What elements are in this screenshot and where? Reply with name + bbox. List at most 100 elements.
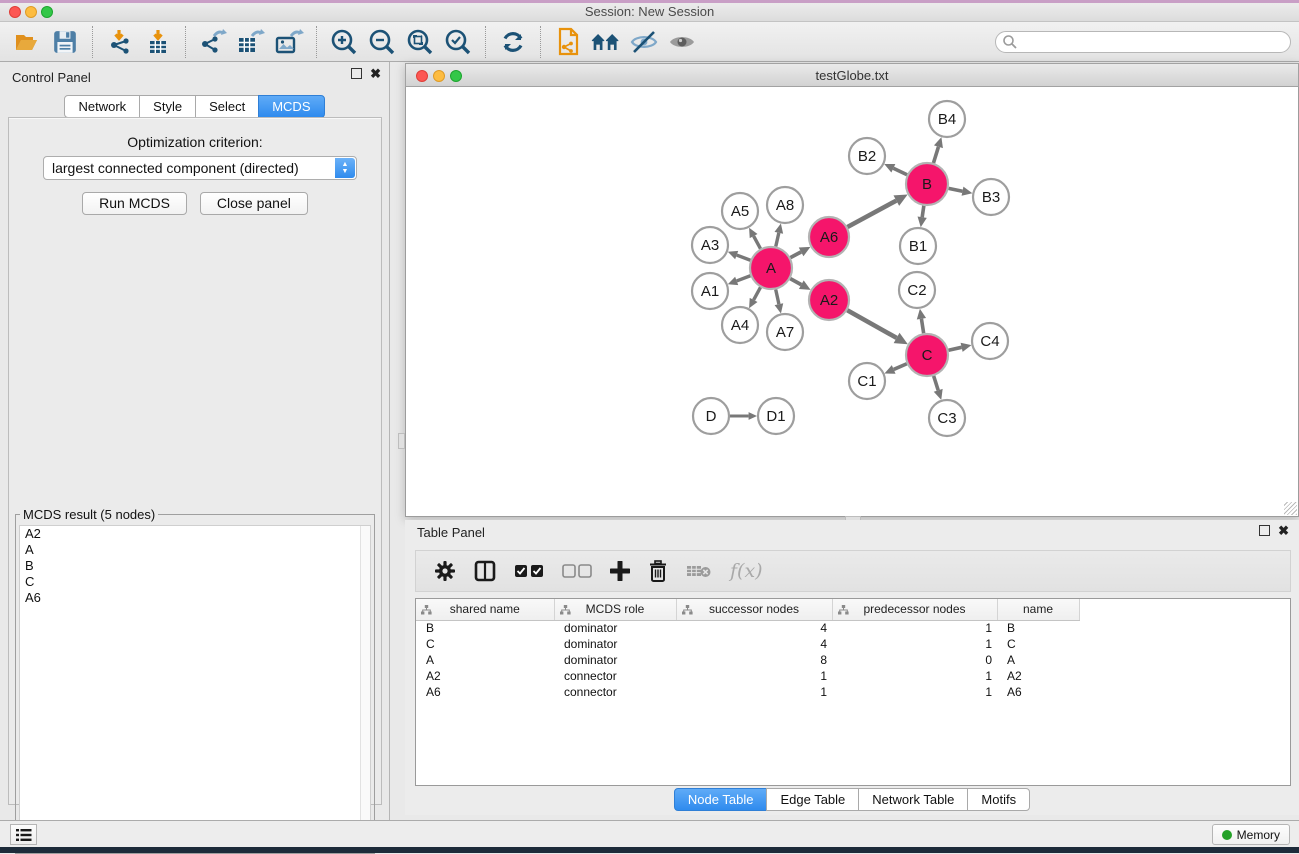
export-table-button[interactable] [236, 27, 266, 57]
graph-edge-C-C2[interactable] [921, 319, 923, 334]
new-network-from-selection-button[interactable] [553, 27, 583, 57]
table-row[interactable]: A6connector11A6 [416, 684, 1291, 700]
close-panel-icon[interactable]: ✖ [1278, 525, 1289, 536]
save-session-button[interactable] [50, 27, 80, 57]
graph-edge-C-C3[interactable] [934, 376, 939, 390]
graph-edge-A-A4[interactable] [754, 287, 761, 300]
table-settings-button[interactable] [434, 557, 456, 585]
splitter-grip[interactable] [398, 433, 405, 449]
clear-selection-button[interactable] [562, 557, 592, 585]
tab-mcds[interactable]: MCDS [258, 95, 324, 118]
col-mcds-role[interactable]: MCDS role [554, 599, 676, 620]
table-row[interactable]: Adominator80A [416, 652, 1291, 668]
tab-select[interactable]: Select [195, 95, 259, 118]
graph-edge-A6-B[interactable] [847, 201, 896, 227]
delete-table-button[interactable] [686, 557, 712, 585]
tab-motifs[interactable]: Motifs [967, 788, 1030, 811]
table-row[interactable]: A2connector11A2 [416, 668, 1291, 684]
node-table[interactable]: shared name MCDS role successor nodes pr… [415, 598, 1291, 786]
col-shared-name[interactable]: shared name [416, 599, 554, 620]
mcds-result-item[interactable]: C [20, 574, 370, 590]
graph-edge-A2-C[interactable] [847, 310, 896, 338]
zoom-out-button[interactable] [367, 27, 397, 57]
table-row[interactable]: Bdominator41B [416, 620, 1291, 636]
show-panels-button[interactable] [10, 824, 37, 845]
graph-edge-A-A5[interactable] [754, 236, 761, 249]
mcds-result-item[interactable]: A2 [20, 526, 370, 542]
graph-edge-B-B1[interactable] [922, 206, 924, 217]
split-view-icon [474, 560, 496, 582]
graph-edge-A-A8[interactable] [776, 233, 779, 247]
hide-selection-button[interactable] [629, 27, 659, 57]
table-row[interactable]: Cdominator41C [416, 636, 1291, 652]
graph-edge-B-B2[interactable] [893, 168, 907, 174]
zoom-in-button[interactable] [329, 27, 359, 57]
import-table-icon [144, 28, 172, 56]
run-mcds-button[interactable]: Run MCDS [82, 192, 187, 215]
graph-edge-C-C4[interactable] [948, 347, 961, 350]
table-cell: C [997, 636, 1079, 652]
edge-arrowhead-icon [917, 309, 926, 320]
close-panel-icon[interactable]: ✖ [370, 68, 381, 79]
apply-layout-button[interactable] [498, 27, 528, 57]
first-neighbors-button[interactable] [591, 27, 621, 57]
export-image-button[interactable] [274, 27, 304, 57]
graph-edge-C-C1[interactable] [894, 364, 907, 370]
table-cell: A6 [416, 684, 554, 700]
tab-style[interactable]: Style [139, 95, 196, 118]
memory-button[interactable]: Memory [1212, 824, 1290, 845]
list-scrollbar[interactable] [360, 526, 370, 849]
mcds-result-list[interactable]: A2ABCA6 [19, 525, 371, 850]
zoom-selected-button[interactable] [443, 27, 473, 57]
select-all-button[interactable] [514, 557, 544, 585]
graph-edge-A-A3[interactable] [737, 255, 751, 260]
trash-icon [648, 560, 668, 582]
graph-node-label: B3 [982, 189, 1000, 206]
graph-edge-A-A6[interactable] [790, 252, 801, 258]
zoom-selected-icon [443, 27, 473, 57]
col-name[interactable]: name [997, 599, 1079, 620]
import-network-button[interactable] [105, 27, 135, 57]
tab-network[interactable]: Network [64, 95, 140, 118]
mcds-result-item[interactable]: A [20, 542, 370, 558]
network-window-titlebar[interactable]: testGlobe.txt [405, 63, 1299, 87]
hierarchy-icon [682, 605, 693, 615]
graph-node-label: A4 [731, 317, 749, 334]
mcds-result-item[interactable]: B [20, 558, 370, 574]
eye-icon [667, 29, 697, 55]
control-panel: Control Panel ✖ Network Style Select MCD… [0, 62, 390, 820]
unchecked-boxes-icon [562, 564, 592, 578]
graph-edge-A-A2[interactable] [790, 279, 801, 285]
show-all-button[interactable] [667, 27, 697, 57]
function-builder-button[interactable]: f(x) [730, 557, 763, 585]
open-session-button[interactable] [12, 27, 42, 57]
tab-edge-table[interactable]: Edge Table [766, 788, 859, 811]
search-input[interactable] [995, 31, 1291, 53]
graph-edge-A-A7[interactable] [776, 289, 779, 304]
graph-edge-A-A1[interactable] [737, 276, 751, 281]
tab-node-table[interactable]: Node Table [674, 788, 768, 811]
resize-grip-icon[interactable] [1284, 502, 1297, 515]
refresh-icon [499, 28, 527, 56]
graph-node-label: A [766, 260, 776, 277]
col-predecessor-nodes[interactable]: predecessor nodes [832, 599, 997, 620]
import-table-button[interactable] [143, 27, 173, 57]
float-panel-icon[interactable] [351, 68, 362, 79]
close-panel-button[interactable]: Close panel [200, 192, 308, 215]
graph-edge-B-B3[interactable] [949, 188, 963, 191]
column-view-button[interactable] [474, 557, 496, 585]
add-column-button[interactable] [610, 557, 630, 585]
float-panel-icon[interactable] [1259, 525, 1270, 536]
delete-column-button[interactable] [648, 557, 668, 585]
memory-label: Memory [1237, 828, 1280, 842]
network-canvas[interactable]: B4B2BB3A8A5A6A3B1AC2A1A2A4A7C4CC1C3DD1 [405, 87, 1299, 517]
zoom-fit-button[interactable] [405, 27, 435, 57]
export-network-button[interactable] [198, 27, 228, 57]
tab-network-table[interactable]: Network Table [858, 788, 968, 811]
graph-node-label: B4 [938, 111, 956, 128]
mcds-result-item[interactable]: A6 [20, 590, 370, 606]
optimization-criterion-select[interactable]: largest connected component (directed) ▲… [43, 156, 357, 180]
network-graph[interactable]: B4B2BB3A8A5A6A3B1AC2A1A2A4A7C4CC1C3DD1 [406, 87, 1298, 515]
graph-edge-B-B4[interactable] [933, 147, 938, 163]
col-successor-nodes[interactable]: successor nodes [676, 599, 832, 620]
